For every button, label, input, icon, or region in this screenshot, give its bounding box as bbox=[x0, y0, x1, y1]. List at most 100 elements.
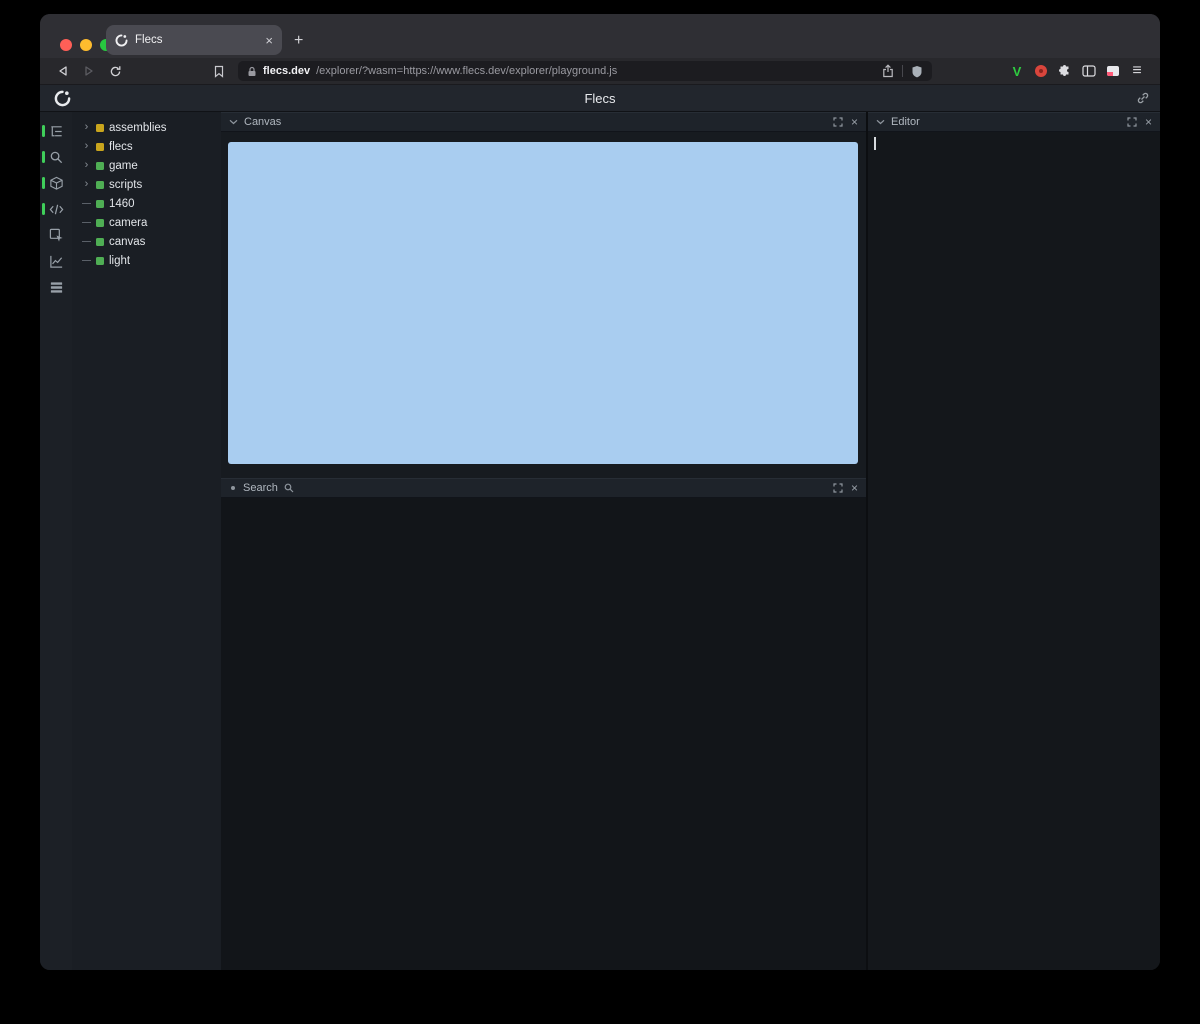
tree-item-label: light bbox=[109, 255, 130, 267]
expand-icon[interactable] bbox=[1127, 117, 1137, 127]
minimize-window-button[interactable] bbox=[80, 39, 92, 51]
flecs-favicon-icon bbox=[115, 34, 128, 47]
expand-arrow-icon[interactable]: › bbox=[82, 141, 91, 152]
flecs-explorer-page: Flecs bbox=[40, 84, 1160, 970]
entity-color-square bbox=[96, 219, 104, 227]
search-panel-title: Search bbox=[243, 482, 278, 494]
editor-panel-title: Editor bbox=[891, 116, 920, 128]
collapsed-dot-icon[interactable] bbox=[231, 486, 235, 490]
tree-item[interactable]: light bbox=[82, 251, 221, 270]
new-tab-button[interactable]: + bbox=[294, 33, 303, 49]
page-title: Flecs bbox=[40, 91, 1160, 106]
entity-tree: › assemblies › flecs › game › scripts 14… bbox=[72, 112, 221, 970]
tree-item-label: assemblies bbox=[109, 122, 167, 134]
render-canvas[interactable] bbox=[228, 142, 858, 464]
bookmark-icon[interactable] bbox=[210, 62, 228, 80]
chevron-down-icon[interactable] bbox=[229, 119, 238, 125]
canvas-panel-title: Canvas bbox=[244, 116, 281, 128]
forward-icon[interactable] bbox=[80, 62, 98, 80]
browser-tab[interactable]: Flecs × bbox=[106, 25, 282, 55]
tree-item[interactable]: canvas bbox=[82, 232, 221, 251]
expand-arrow-icon[interactable]: › bbox=[82, 160, 91, 171]
reload-icon[interactable] bbox=[106, 62, 124, 80]
tree-item[interactable]: › game bbox=[82, 156, 221, 175]
tree-item[interactable]: camera bbox=[82, 213, 221, 232]
extensions-puzzle-icon[interactable] bbox=[1056, 62, 1074, 80]
leaf-connector bbox=[82, 260, 91, 261]
back-icon[interactable] bbox=[54, 62, 72, 80]
tree-item-label: scripts bbox=[109, 179, 142, 191]
entity-color-square bbox=[96, 257, 104, 265]
active-indicator bbox=[42, 125, 45, 137]
close-icon[interactable]: × bbox=[1145, 116, 1152, 128]
tab-title: Flecs bbox=[135, 34, 258, 46]
url-bar[interactable]: flecs.dev/explorer/?wasm=https://www.fle… bbox=[238, 61, 932, 81]
menu-icon[interactable]: ≡ bbox=[1128, 62, 1146, 80]
traffic-lights bbox=[60, 39, 112, 51]
sidebar-icon-cell-inspect[interactable] bbox=[40, 222, 72, 248]
canvas-column: Canvas × Search bbox=[221, 112, 866, 970]
editor-column: Editor × bbox=[866, 112, 1160, 970]
tree-item-label: flecs bbox=[109, 141, 133, 153]
code-editor[interactable] bbox=[868, 132, 1160, 970]
tree-item[interactable]: › scripts bbox=[82, 175, 221, 194]
tool-sidebar bbox=[40, 112, 72, 970]
browser-tab-bar: Flecs × + bbox=[40, 14, 1160, 58]
leaf-connector bbox=[82, 222, 91, 223]
sidebar-icon-cell-search[interactable] bbox=[40, 144, 72, 170]
entity-color-square bbox=[96, 124, 104, 132]
content-area: › assemblies › flecs › game › scripts 14… bbox=[40, 112, 1160, 970]
entity-color-square bbox=[96, 143, 104, 151]
share-link-icon[interactable] bbox=[1136, 91, 1150, 105]
sidebar-icon-cell-chart[interactable] bbox=[40, 248, 72, 274]
lock-icon bbox=[247, 66, 257, 77]
editor-panel-header: Editor × bbox=[868, 112, 1160, 132]
url-path: /explorer/?wasm=https://www.flecs.dev/ex… bbox=[316, 65, 617, 77]
active-indicator bbox=[42, 203, 45, 215]
url-domain: flecs.dev bbox=[263, 65, 310, 77]
leaf-connector bbox=[82, 203, 91, 204]
active-indicator bbox=[42, 151, 45, 163]
sidebar-toggle-icon[interactable] bbox=[1080, 62, 1098, 80]
expand-icon[interactable] bbox=[833, 483, 843, 493]
search-icon bbox=[284, 483, 294, 493]
close-icon[interactable]: × bbox=[851, 116, 858, 128]
tree-item-label: game bbox=[109, 160, 138, 172]
close-window-button[interactable] bbox=[60, 39, 72, 51]
close-icon[interactable]: × bbox=[851, 482, 858, 494]
sidebar-icon-cell-code[interactable] bbox=[40, 196, 72, 222]
tree-item[interactable]: › flecs bbox=[82, 137, 221, 156]
desktop-background: Flecs × + bbox=[0, 0, 1200, 1024]
tracking-shield-icon[interactable] bbox=[911, 65, 923, 78]
browser-window: Flecs × + bbox=[40, 14, 1160, 970]
tree-item-label: canvas bbox=[109, 236, 145, 248]
tree-item[interactable]: › assemblies bbox=[82, 118, 221, 137]
expand-icon[interactable] bbox=[833, 117, 843, 127]
canvas-panel-body bbox=[221, 132, 866, 478]
active-indicator bbox=[42, 177, 45, 189]
sidebar-icon-cell-cube[interactable] bbox=[40, 170, 72, 196]
flecs-logo-icon bbox=[54, 90, 71, 107]
entity-color-square bbox=[96, 162, 104, 170]
canvas-panel-header: Canvas × bbox=[221, 112, 866, 132]
tab-close-icon[interactable]: × bbox=[265, 34, 273, 47]
empty-workspace bbox=[221, 498, 866, 970]
wallet-extension-icon[interactable] bbox=[1104, 62, 1122, 80]
share-icon[interactable] bbox=[882, 64, 894, 78]
adblock-extension-icon[interactable] bbox=[1032, 62, 1050, 80]
sidebar-icon-cell-stats[interactable] bbox=[40, 274, 72, 300]
browser-nav-bar: flecs.dev/explorer/?wasm=https://www.fle… bbox=[40, 58, 1160, 84]
entity-color-square bbox=[96, 181, 104, 189]
tree-item-label: 1460 bbox=[109, 198, 135, 210]
tree-item[interactable]: 1460 bbox=[82, 194, 221, 213]
entity-color-square bbox=[96, 200, 104, 208]
expand-arrow-icon[interactable]: › bbox=[82, 122, 91, 133]
app-header: Flecs bbox=[40, 85, 1160, 112]
leaf-connector bbox=[82, 241, 91, 242]
entity-color-square bbox=[96, 238, 104, 246]
divider bbox=[902, 65, 903, 77]
chevron-down-icon[interactable] bbox=[876, 119, 885, 125]
sidebar-icon-cell-tree[interactable] bbox=[40, 118, 72, 144]
expand-arrow-icon[interactable]: › bbox=[82, 179, 91, 190]
vimium-extension-icon[interactable]: V bbox=[1008, 62, 1026, 80]
